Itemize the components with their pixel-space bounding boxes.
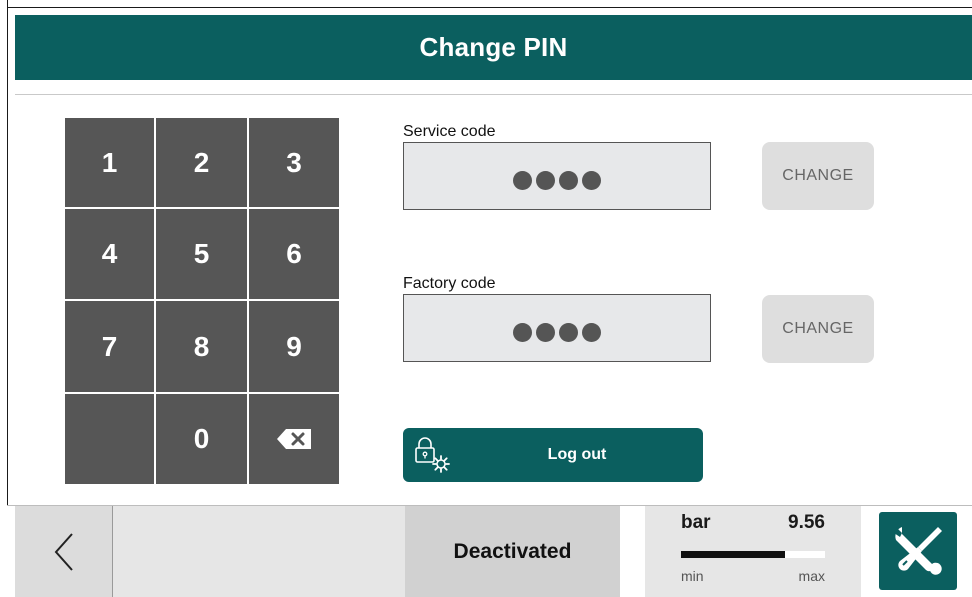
- footer-bar: Deactivated bar 9.56 min max: [7, 506, 972, 597]
- status-text: Deactivated: [453, 539, 572, 563]
- gauge-track: [681, 551, 825, 558]
- tools-button[interactable]: [879, 512, 957, 590]
- gauge-min-label: min: [681, 568, 704, 584]
- page-title: Change PIN: [419, 32, 568, 62]
- gauge-fill: [681, 551, 785, 558]
- masked-pin-dots: [513, 322, 601, 342]
- pin-dot: [536, 322, 555, 342]
- key-blank: [65, 394, 154, 484]
- back-button[interactable]: [15, 506, 112, 597]
- key-8[interactable]: 8: [156, 301, 247, 392]
- service-code-label: Service code: [403, 123, 496, 140]
- pin-dot: [536, 170, 555, 190]
- divider: [15, 94, 972, 95]
- gauge-value: 9.56: [788, 512, 825, 533]
- key-3[interactable]: 3: [249, 118, 339, 207]
- page-title-bar: Change PIN: [15, 15, 972, 80]
- gauge-unit: bar: [681, 512, 711, 533]
- logout-button[interactable]: Log out: [403, 428, 703, 482]
- pin-dot: [559, 170, 578, 190]
- change-pin-screen: Change PIN 1 2 3 4 5 6 7 8 9 0 Service c…: [0, 0, 972, 597]
- key-4[interactable]: 4: [65, 209, 154, 299]
- key-9[interactable]: 9: [249, 301, 339, 392]
- pin-dot: [559, 322, 578, 342]
- pin-dot: [513, 170, 532, 190]
- pressure-gauge: bar 9.56 min max: [645, 506, 861, 597]
- backspace-icon: [277, 429, 311, 449]
- change-factory-code-button[interactable]: CHANGE: [762, 295, 874, 363]
- logout-label: Log out: [547, 446, 607, 463]
- pin-dot: [513, 322, 532, 342]
- pin-dot: [582, 170, 601, 190]
- key-6[interactable]: 6: [249, 209, 339, 299]
- factory-code-label: Factory code: [403, 275, 496, 292]
- key-0[interactable]: 0: [156, 394, 247, 484]
- key-1[interactable]: 1: [65, 118, 154, 207]
- pin-dot: [582, 322, 601, 342]
- factory-code-field[interactable]: [403, 294, 711, 362]
- footer-gap: [620, 506, 645, 597]
- key-2[interactable]: 2: [156, 118, 247, 207]
- key-backspace[interactable]: [249, 394, 339, 484]
- gauge-max-label: max: [798, 568, 825, 584]
- numeric-keypad: 1 2 3 4 5 6 7 8 9 0: [65, 118, 339, 486]
- change-service-code-button[interactable]: CHANGE: [762, 142, 874, 210]
- key-5[interactable]: 5: [156, 209, 247, 299]
- chevron-left-icon: [54, 532, 73, 571]
- status-indicator: Deactivated: [405, 506, 620, 597]
- key-7[interactable]: 7: [65, 301, 154, 392]
- screen-border: [7, 7, 972, 8]
- wrench-screwdriver-icon: [894, 527, 942, 575]
- masked-pin-dots: [513, 170, 601, 190]
- service-code-field[interactable]: [403, 142, 711, 210]
- footer-empty-panel: [113, 506, 405, 597]
